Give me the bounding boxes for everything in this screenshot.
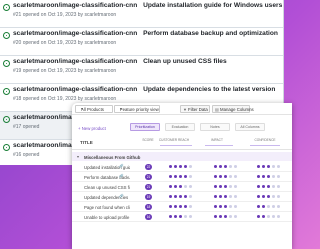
issue-repo: scarletmaroon/image-classification-cnn [13, 2, 138, 9]
prioritization-panel: All Products ▾ Feature priority view ▾ ▼ Fi… [72, 103, 292, 249]
issue-open-icon [3, 32, 10, 39]
view-tabs: Prioritization Evaluation Notes All Colu… [72, 121, 292, 131]
issue-open-icon [3, 88, 10, 95]
tab-prioritization[interactable]: Prioritization [130, 123, 160, 131]
product-dropdown[interactable]: All Products ▾ [75, 105, 113, 113]
score-badge: 21 [145, 183, 152, 190]
group-label: Miscellaneous From Github [84, 154, 141, 160]
filter-bar: All Products ▾ Feature priority view ▾ ▼ Fi… [72, 103, 292, 115]
issue-meta: #19 opened on Oct 19, 2023 by scarletmar… [13, 68, 117, 74]
confidence-rating[interactable] [257, 194, 282, 200]
row-link-icon[interactable]: 🔗 [119, 174, 123, 178]
score-badge: 21 [145, 173, 152, 180]
issue-row[interactable]: scarletmaroon/image-classification-cnn C… [0, 56, 283, 84]
issue-meta: #20 opened on Oct 19, 2023 by scarletmar… [13, 40, 117, 46]
issue-repo: scarletmaroon/image-classification-cnn [13, 58, 138, 65]
tab-notes[interactable]: Notes [200, 123, 230, 131]
impact-column-header[interactable]: IMPACT [202, 138, 232, 142]
issue-title-line[interactable]: scarletmaroon/image-classification-cnn P… [13, 30, 278, 37]
confidence-rating[interactable] [257, 164, 282, 170]
table-row[interactable]: Updated installation guide for Wind 🔗 22 [72, 162, 292, 172]
issue-meta: #21 opened on Oct 19, 2023 by scarletmar… [13, 12, 117, 18]
confidence-rating[interactable] [257, 174, 282, 180]
confidence-column-header[interactable]: CONFIDENCE [247, 138, 283, 142]
manage-columns-button[interactable]: ▤ Manage Columns [212, 105, 254, 113]
filter-data-button[interactable]: ▼ Filter Data [180, 105, 210, 113]
customer-reach-rating[interactable] [169, 194, 194, 200]
customer-reach-rating[interactable] [169, 184, 194, 190]
row-link-icon[interactable]: 🔗 [119, 194, 123, 198]
customer-reach-column-header[interactable]: CUSTOMER REACH [154, 138, 194, 142]
filter-data-label: Filter Data [188, 106, 208, 112]
issue-row[interactable]: scarletmaroon/image-classification-cnn P… [0, 28, 283, 56]
score-badge: 19 [145, 193, 152, 200]
tab-evaluation[interactable]: Evaluation [165, 123, 195, 131]
issue-title[interactable]: Perform database backup and optimization [143, 30, 278, 37]
issue-meta: #16 opened [13, 152, 40, 158]
manage-columns-label: Manage Columns [220, 106, 254, 112]
columns-icon: ▤ [215, 106, 219, 112]
impact-rating[interactable] [214, 184, 239, 190]
score-badge: 18 [145, 203, 152, 210]
impact-rating[interactable] [214, 214, 239, 220]
title-column-header[interactable]: TITLE [80, 140, 93, 145]
row-title[interactable]: Page not found when clicking on t [84, 205, 130, 210]
impact-rating[interactable] [214, 204, 239, 210]
issue-row[interactable]: scarletmaroon/image-classification-cnn U… [0, 0, 283, 28]
issue-title[interactable]: Update installation guide for Windows us… [143, 2, 282, 9]
customer-reach-rating[interactable] [169, 174, 194, 180]
customer-reach-rating[interactable] [169, 214, 194, 220]
table-row[interactable]: Perform database backup and opti 🔗 21 [72, 172, 292, 182]
table-header: TITLE SCORE CUSTOMER REACH IMPACT CONFID… [72, 135, 292, 150]
issue-open-icon [3, 4, 10, 11]
column-accent [160, 145, 192, 146]
issue-meta: #17 opened [13, 124, 40, 130]
score-badge: 22 [145, 163, 152, 170]
issue-open-icon [3, 144, 10, 151]
table-row[interactable]: Clean up unused CSS files 21 [72, 182, 292, 192]
issue-open-icon [3, 60, 10, 67]
customer-reach-rating[interactable] [169, 164, 194, 170]
impact-rating[interactable] [214, 164, 239, 170]
chevron-down-icon: ▾ [120, 106, 123, 111]
issue-repo: scarletmaroon/image-classification-cnn [13, 86, 138, 93]
score-badge: 16 [145, 213, 152, 220]
issue-title[interactable]: Clean up unused CSS files [143, 58, 227, 65]
issue-title[interactable]: Update dependencies to the latest versio… [143, 86, 275, 93]
confidence-rating[interactable] [257, 204, 282, 210]
column-accent [205, 145, 233, 146]
filter-icon: ▼ [183, 106, 187, 112]
impact-rating[interactable] [214, 194, 239, 200]
row-link-icon[interactable]: 🔗 [119, 164, 123, 168]
table-row[interactable]: Page not found when clicking on t 18 [72, 202, 292, 212]
tab-all-columns[interactable]: All Columns [235, 123, 265, 131]
group-row[interactable]: ▾ Miscellaneous From Github [72, 152, 292, 161]
table-row[interactable]: Unable to upload profile picture 16 [72, 212, 292, 222]
chevron-down-icon: ▾ [81, 106, 84, 111]
confidence-rating[interactable] [257, 184, 282, 190]
row-title[interactable]: Clean up unused CSS files [84, 185, 130, 190]
issue-meta: #18 opened on Oct 19, 2023 by scarletmar… [13, 96, 117, 102]
issue-title-line[interactable]: scarletmaroon/image-classification-cnn U… [13, 86, 275, 93]
confidence-rating[interactable] [257, 214, 282, 220]
table-row[interactable]: Updated dependencies 🔗 19 [72, 192, 292, 202]
row-title[interactable]: Unable to upload profile picture [84, 215, 130, 220]
column-accent [250, 145, 280, 146]
issue-title-line[interactable]: scarletmaroon/image-classification-cnn U… [13, 2, 282, 9]
impact-rating[interactable] [214, 174, 239, 180]
customer-reach-rating[interactable] [169, 204, 194, 210]
view-dropdown[interactable]: Feature priority view ▾ [114, 105, 160, 113]
issue-open-icon [3, 116, 10, 123]
issue-title-line[interactable]: scarletmaroon/image-classification-cnn C… [13, 58, 227, 65]
chevron-down-icon[interactable]: ▾ [77, 154, 79, 159]
issue-repo: scarletmaroon/image-classification-cnn [13, 30, 138, 37]
